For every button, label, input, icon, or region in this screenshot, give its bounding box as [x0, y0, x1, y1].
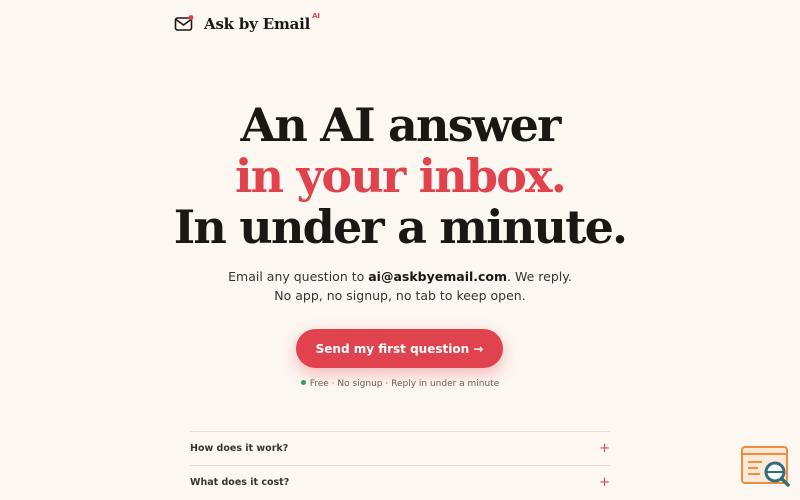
hero-line-1: An AI answer [240, 98, 561, 152]
landing-page: Ask by Email AI An AI answer in your inbo… [0, 0, 800, 500]
hero-subtitle: Email any question to ai@askbyemail.com.… [228, 269, 572, 303]
faq-question: What does it cost? [190, 477, 290, 488]
mail-icon [174, 15, 194, 31]
hero-headline: An AI answer in your inbox. In under a m… [0, 100, 800, 253]
brand-name: Ask by Email AI [204, 12, 320, 33]
brand-logo-link[interactable]: Ask by Email AI [174, 12, 320, 34]
brand-superscript: AI [312, 12, 320, 20]
contact-email: ai@askbyemail.com [368, 269, 508, 284]
faq-list: How does it work? + What does it cost? + [190, 431, 610, 499]
hero-line-3: In under a minute. [173, 200, 628, 254]
faq-item-cost[interactable]: What does it cost? + [190, 465, 610, 499]
faq-item-how-it-works[interactable]: How does it work? + [190, 431, 610, 465]
hero-line-2: in your inbox. [234, 149, 567, 203]
hero: An AI answer in your inbox. In under a m… [0, 100, 800, 253]
status-dot [300, 380, 306, 385]
send-first-question-button[interactable]: Send my first question → [296, 329, 503, 368]
faq-question: How does it work? [190, 443, 289, 454]
plus-icon: + [599, 441, 610, 456]
cta-meta: Free · No signup · Reply in under a minu… [0, 379, 800, 389]
cta-meta-text: Free · No signup · Reply in under a minu… [309, 379, 500, 389]
plus-icon: + [599, 475, 610, 490]
search-document-icon[interactable] [740, 445, 792, 489]
